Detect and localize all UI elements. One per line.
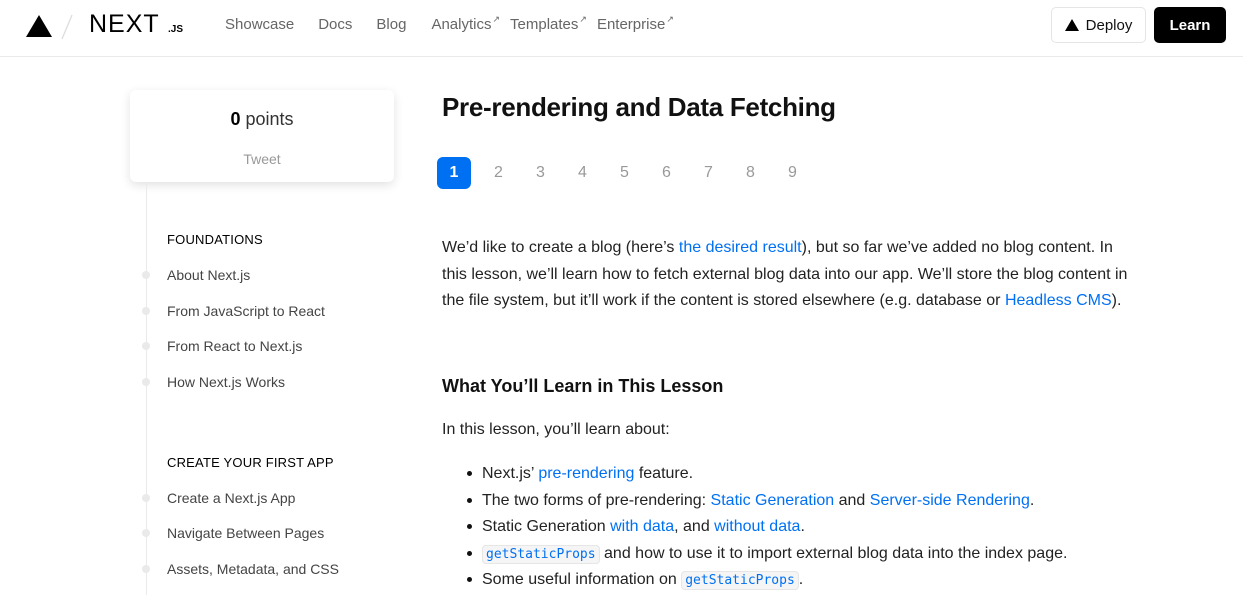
step-1-button[interactable]: 1 — [437, 157, 471, 189]
nav-showcase-label: Showcase — [225, 16, 295, 33]
sidebar-item-react-to-nextjs[interactable]: From React to Next.js — [167, 338, 302, 354]
lead-paragraph: In this lesson, you’ll learn about: — [442, 421, 670, 438]
nav-docs-label: Docs — [318, 16, 353, 33]
breadcrumb-slash-icon — [61, 14, 73, 40]
step-2-button[interactable]: 2 — [479, 157, 521, 189]
list-item: Some useful information on getStaticProp… — [462, 568, 1162, 595]
deploy-button-label: Deploy — [1085, 16, 1133, 34]
nav-analytics[interactable]: Analytics↗ — [431, 14, 501, 33]
list-text: and how to use it to import external blo… — [599, 544, 1068, 562]
list-text: and — [834, 491, 870, 509]
external-link-icon: ↗ — [579, 14, 587, 24]
nav-enterprise-label: Enterprise — [596, 16, 666, 33]
nav-docs[interactable]: Docs — [318, 16, 352, 33]
section-heading: What You’ll Learn in This Lesson — [442, 376, 724, 396]
sidebar-item-js-to-react[interactable]: From JavaScript to React — [167, 303, 325, 319]
nav-showcase[interactable]: Showcase — [225, 16, 294, 33]
sidebar-item-how-nextjs-works[interactable]: How Next.js Works — [167, 374, 285, 390]
triangle-icon — [1064, 19, 1079, 31]
step-6-button[interactable]: 6 — [647, 157, 689, 189]
step-7-button[interactable]: 7 — [689, 157, 731, 189]
nav-templates-label: Templates — [510, 16, 579, 33]
list-text: Static Generation — [482, 518, 611, 535]
sidebar-item-create-app[interactable]: Create a Next.js App — [167, 490, 295, 506]
step-5-button[interactable]: 5 — [605, 157, 647, 189]
list-text: Next.js’ — [482, 465, 539, 482]
list-item: Static Generation with data, and without… — [462, 515, 1162, 542]
sidebar-dot — [142, 271, 150, 279]
list-text: Some useful information on — [482, 571, 682, 588]
step-9-button[interactable]: 9 — [773, 157, 815, 189]
tweet-link[interactable]: Tweet — [130, 151, 394, 167]
nextjs-wordmark-logo[interactable]: NEXT — [89, 10, 160, 39]
lesson-step-pager: 1 2 3 4 5 6 7 8 9 — [437, 157, 815, 189]
sidebar-dot — [142, 529, 150, 537]
points-value: 0 — [230, 109, 241, 129]
learning-objectives-list: Next.js’ pre-rendering feature. The two … — [462, 462, 1162, 595]
intro-paragraph: We’d like to create a blog (here’s the d… — [442, 235, 1132, 315]
list-item: Next.js’ pre-rendering feature. — [462, 462, 1162, 489]
top-navbar: NEXT .JS Showcase Docs Blog Analytics↗ T… — [0, 0, 1243, 57]
points-card: 0 points Tweet — [130, 90, 394, 182]
external-link-icon: ↗ — [666, 14, 674, 24]
list-item: getStaticProps and how to use it to impo… — [462, 542, 1162, 569]
intro-text: ). — [1111, 292, 1122, 309]
learn-button[interactable]: Learn — [1154, 7, 1226, 43]
sidebar-item-about-nextjs[interactable]: About Next.js — [167, 267, 250, 283]
page-title: Pre-rendering and Data Fetching — [442, 92, 836, 122]
step-8-button[interactable]: 8 — [731, 157, 773, 189]
sidebar-dot — [142, 565, 150, 573]
points-display: 0 points — [130, 109, 394, 130]
server-side-rendering-link[interactable]: Server-side Rendering — [870, 492, 1030, 509]
sidebar-item-navigate-pages[interactable]: Navigate Between Pages — [167, 525, 324, 541]
without-data-link[interactable]: without data — [714, 518, 800, 535]
sidebar-dot — [142, 342, 150, 350]
step-3-button[interactable]: 3 — [521, 157, 563, 189]
external-link-icon: ↗ — [492, 14, 501, 24]
list-text: . — [1029, 491, 1035, 509]
deploy-button[interactable]: Deploy — [1051, 7, 1146, 43]
static-generation-link[interactable]: Static Generation — [711, 492, 835, 509]
list-text: The two forms of pre-rendering: — [482, 491, 711, 509]
vercel-triangle-logo-icon[interactable] — [26, 15, 52, 37]
sidebar-dot — [142, 494, 150, 502]
sidebar-dot — [142, 307, 150, 315]
desired-result-link[interactable]: the desired result — [679, 239, 802, 256]
nav-blog-label: Blog — [376, 16, 407, 33]
main-nav: Showcase Docs Blog Analytics↗ Templates↗… — [225, 14, 674, 33]
with-data-link[interactable]: with data — [610, 518, 674, 535]
nav-analytics-label: Analytics — [431, 16, 492, 33]
list-text: , and — [674, 518, 715, 535]
nav-blog[interactable]: Blog — [376, 16, 406, 33]
step-4-button[interactable]: 4 — [563, 157, 605, 189]
headless-cms-link[interactable]: Headless CMS — [1005, 292, 1112, 309]
sidebar-section-foundations: FOUNDATIONS — [167, 232, 263, 247]
nextjs-wordmark-suffix: .JS — [168, 24, 184, 35]
sidebar-section-create-first-app: CREATE YOUR FIRST APP — [167, 455, 334, 470]
sidebar-item-assets-metadata-css[interactable]: Assets, Metadata, and CSS — [167, 561, 339, 577]
list-text: . — [798, 571, 804, 588]
nav-templates[interactable]: Templates↗ — [510, 14, 587, 33]
list-item: The two forms of pre-rendering: Static G… — [462, 489, 1162, 516]
pre-rendering-link[interactable]: pre-rendering — [538, 465, 634, 482]
intro-text: We’d like to create a blog (here’s — [442, 239, 679, 256]
list-text: feature. — [634, 465, 694, 482]
points-unit: points — [240, 109, 294, 129]
get-static-props-code: getStaticProps — [482, 544, 600, 564]
nav-enterprise[interactable]: Enterprise↗ — [596, 14, 674, 33]
sidebar-dot — [142, 378, 150, 386]
get-static-props-code: getStaticProps — [681, 571, 799, 590]
list-text: . — [800, 518, 805, 535]
